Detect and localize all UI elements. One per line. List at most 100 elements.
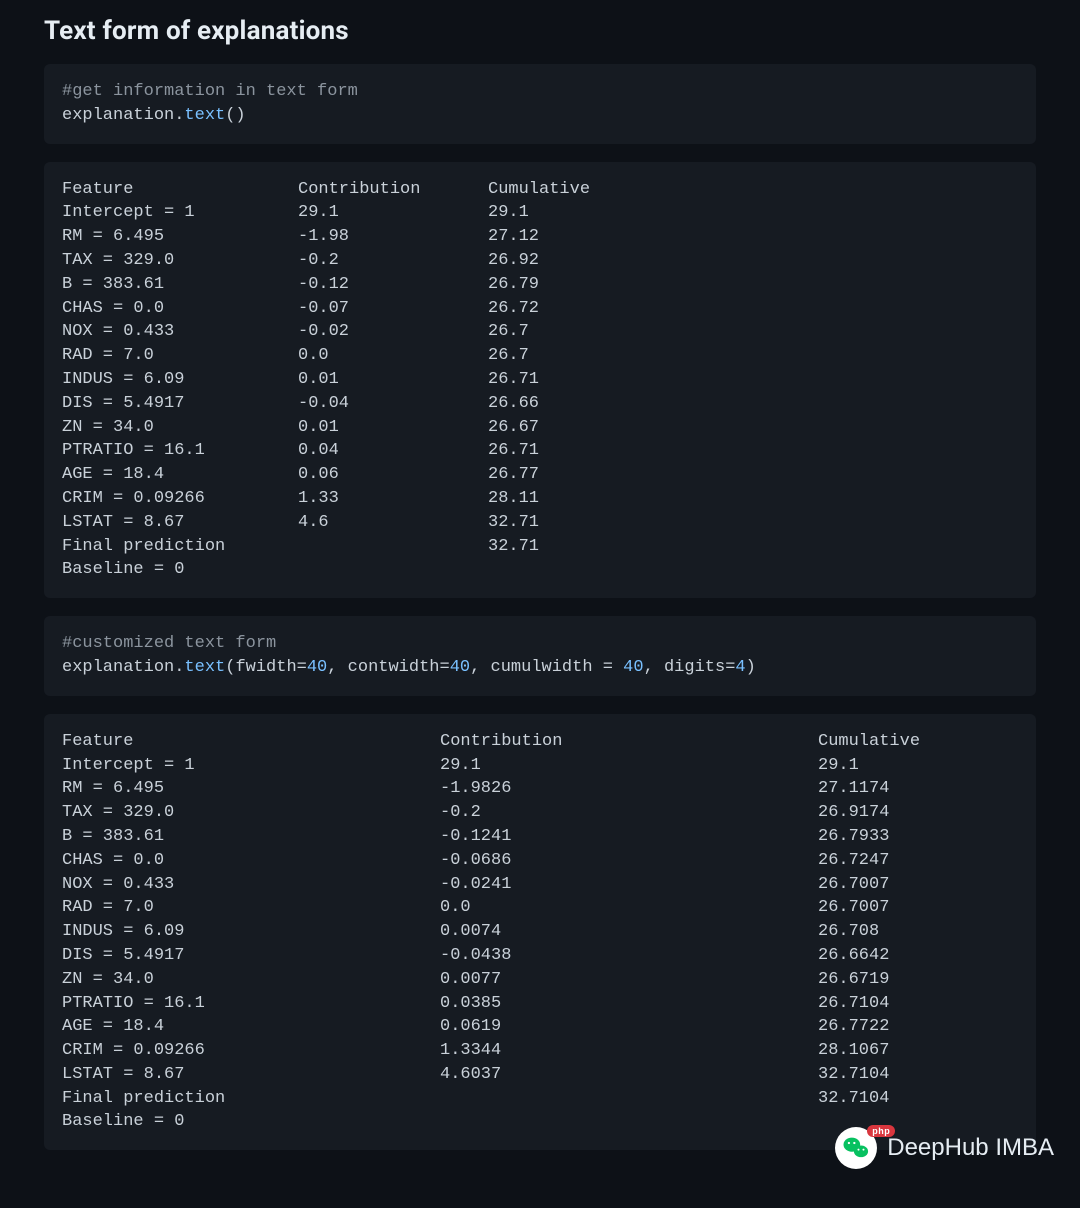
- table-row: AGE = 18.40.0626.77: [62, 463, 1018, 487]
- table-cell: 32.7104: [818, 1087, 1018, 1111]
- table-cell: -0.04: [298, 392, 488, 416]
- table-cell: TAX = 329.0: [62, 249, 298, 273]
- output-block-2: FeatureContributionCumulativeIntercept =…: [44, 714, 1036, 1151]
- table-row: DIS = 5.4917-0.043826.6642: [62, 944, 1018, 968]
- table-header-row: FeatureContributionCumulative: [62, 178, 1018, 202]
- code-kwarg: fwidth: [235, 658, 296, 677]
- table-cell: TAX = 329.0: [62, 801, 440, 825]
- table-cell: NOX = 0.433: [62, 320, 298, 344]
- table-header-cell: Cumulative: [488, 178, 1018, 202]
- table-row: TAX = 329.0-0.226.9174: [62, 801, 1018, 825]
- section-title: Text form of explanations: [44, 16, 1036, 46]
- table-cell: [298, 535, 488, 559]
- table-cell: RM = 6.495: [62, 225, 298, 249]
- table-cell: 4.6: [298, 511, 488, 535]
- table-cell: -0.2: [440, 801, 818, 825]
- code-literal: 40: [450, 658, 470, 677]
- table-cell: 0.0: [298, 344, 488, 368]
- table-cell: 26.7722: [818, 1015, 1018, 1039]
- table-row: LSTAT = 8.674.603732.7104: [62, 1063, 1018, 1087]
- table-row: Final prediction 32.7104: [62, 1087, 1018, 1111]
- table-cell: Intercept = 1: [62, 201, 298, 225]
- table-row: INDUS = 6.090.0126.71: [62, 368, 1018, 392]
- table-cell: 26.6642: [818, 944, 1018, 968]
- table-cell: Baseline = 0: [62, 1110, 440, 1134]
- table-cell: RAD = 7.0: [62, 896, 440, 920]
- table-header-cell: Cumulative: [818, 730, 1018, 754]
- table-row: B = 383.61-0.124126.7933: [62, 825, 1018, 849]
- table-cell: 0.0074: [440, 920, 818, 944]
- table-cell: 27.12: [488, 225, 1018, 249]
- table-row: Baseline = 0: [62, 558, 1018, 582]
- table-cell: CRIM = 0.09266: [62, 1039, 440, 1063]
- table-cell: 0.0619: [440, 1015, 818, 1039]
- table-cell: -0.0241: [440, 873, 818, 897]
- table-cell: [488, 558, 1018, 582]
- table-cell: RAD = 7.0: [62, 344, 298, 368]
- table-cell: [298, 558, 488, 582]
- table-cell: -0.1241: [440, 825, 818, 849]
- table-cell: 28.11: [488, 487, 1018, 511]
- table-cell: INDUS = 6.09: [62, 368, 298, 392]
- code-comment: #customized text form: [62, 634, 276, 653]
- table-row: DIS = 5.4917-0.0426.66: [62, 392, 1018, 416]
- table-cell: 29.1: [298, 201, 488, 225]
- table-row: INDUS = 6.090.007426.708: [62, 920, 1018, 944]
- code-block-1: #get information in text form explanatio…: [44, 64, 1036, 144]
- table-cell: 32.7104: [818, 1063, 1018, 1087]
- table-cell: -0.07: [298, 297, 488, 321]
- table-cell: DIS = 5.4917: [62, 944, 440, 968]
- table-row: Final prediction32.71: [62, 535, 1018, 559]
- table-cell: 26.9174: [818, 801, 1018, 825]
- table-cell: 0.0: [440, 896, 818, 920]
- table-cell: 32.71: [488, 535, 1018, 559]
- table-row: B = 383.61-0.1226.79: [62, 273, 1018, 297]
- table-cell: NOX = 0.433: [62, 873, 440, 897]
- code-block-2: #customized text form explanation.text(f…: [44, 616, 1036, 696]
- table-cell: 26.77: [488, 463, 1018, 487]
- table-cell: -0.0686: [440, 849, 818, 873]
- table-cell: 29.1: [818, 754, 1018, 778]
- table-row: Intercept = 129.129.1: [62, 201, 1018, 225]
- table-row: TAX = 329.0-0.226.92: [62, 249, 1018, 273]
- code-obj: explanation: [62, 658, 174, 677]
- table-cell: 26.92: [488, 249, 1018, 273]
- table-cell: 26.67: [488, 416, 1018, 440]
- table-cell: Baseline = 0: [62, 558, 298, 582]
- table-row: RM = 6.495-1.982627.1174: [62, 777, 1018, 801]
- table-cell: AGE = 18.4: [62, 463, 298, 487]
- code-method: text: [184, 106, 225, 125]
- table-cell: -0.12: [298, 273, 488, 297]
- table-cell: -0.0438: [440, 944, 818, 968]
- table-cell: 26.66: [488, 392, 1018, 416]
- code-obj: explanation: [62, 106, 174, 125]
- table-header-cell: Feature: [62, 178, 298, 202]
- table-row: NOX = 0.433-0.0226.7: [62, 320, 1018, 344]
- table-row: CRIM = 0.092661.3328.11: [62, 487, 1018, 511]
- table-cell: CHAS = 0.0: [62, 849, 440, 873]
- table-row: AGE = 18.40.061926.7722: [62, 1015, 1018, 1039]
- table-cell: 26.79: [488, 273, 1018, 297]
- table-cell: Final prediction: [62, 1087, 440, 1111]
- table-cell: CRIM = 0.09266: [62, 487, 298, 511]
- table-cell: [818, 1110, 1018, 1134]
- table-cell: [440, 1110, 818, 1134]
- code-method: text: [184, 658, 225, 677]
- table-header-cell: Contribution: [440, 730, 818, 754]
- table-cell: 4.6037: [440, 1063, 818, 1087]
- table-cell: B = 383.61: [62, 273, 298, 297]
- code-kwarg: digits: [664, 658, 725, 677]
- table-cell: 26.71: [488, 368, 1018, 392]
- table-cell: LSTAT = 8.67: [62, 1063, 440, 1087]
- table-cell: 26.7: [488, 320, 1018, 344]
- table-row: RAD = 7.00.026.7: [62, 344, 1018, 368]
- table-row: PTRATIO = 16.10.0426.71: [62, 439, 1018, 463]
- table-cell: 26.71: [488, 439, 1018, 463]
- code-comment: #get information in text form: [62, 82, 358, 101]
- table-cell: 26.708: [818, 920, 1018, 944]
- table-cell: 0.01: [298, 368, 488, 392]
- table-cell: B = 383.61: [62, 825, 440, 849]
- table-cell: 0.01: [298, 416, 488, 440]
- table-cell: 32.71: [488, 511, 1018, 535]
- code-literal: 40: [623, 658, 643, 677]
